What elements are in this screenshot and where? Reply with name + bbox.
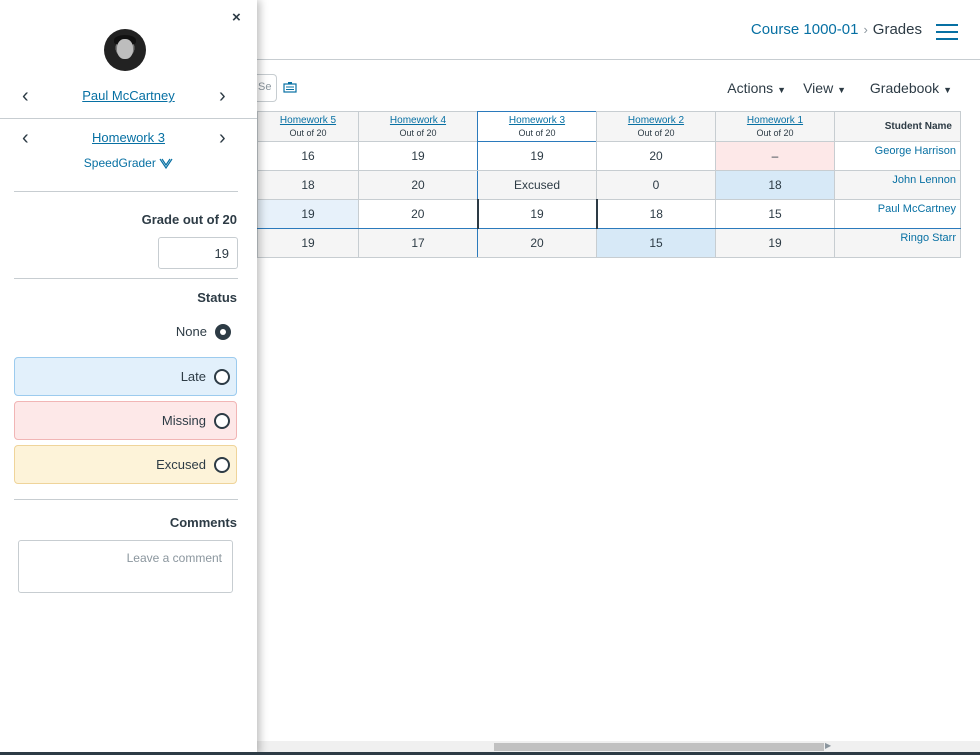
comment-textarea[interactable]: Leave a comment (18, 540, 233, 593)
previous-student-arrow-icon[interactable]: › (219, 84, 226, 108)
grade-cell[interactable]: 19 (257, 199, 359, 229)
view-menu[interactable]: View ▼ (803, 80, 852, 96)
breadcrumb: Course 1000-01 › Grades (751, 21, 922, 38)
grid-header-row: Student Name Homework 1 Out of 20 Homewor… (257, 111, 961, 142)
status-option-label: None (175, 324, 207, 339)
table-row: Ringo Starr 19 15 20 17 19 (257, 228, 961, 258)
column-header-homework-4[interactable]: Homework 4 Out of 20 (358, 111, 478, 142)
assignment-link[interactable]: Homework 4 (359, 114, 477, 127)
column-header-homework-3[interactable]: Homework 3 Out of 20 (477, 111, 597, 142)
grade-cell[interactable]: 20 (596, 141, 716, 171)
breadcrumb-current: Grades (872, 21, 922, 38)
status-option-label: Excused (156, 457, 206, 472)
student-navigation: ‹ Paul McCartney › (0, 84, 257, 108)
scrollbar-thumb[interactable] (494, 743, 824, 751)
radio-icon (214, 457, 230, 473)
student-name-link[interactable]: George Harrison (834, 141, 961, 171)
student-name-link[interactable]: Paul McCartney (834, 199, 961, 229)
previous-assignment-arrow-icon[interactable]: › (219, 126, 226, 150)
student-name-link[interactable]: Ringo Starr (834, 228, 961, 258)
grade-cell[interactable]: 15 (596, 228, 716, 258)
points-possible: Out of 20 (518, 127, 556, 138)
gradebook-toolbar: Gradebook ▼ View ▼ Actions ▼ Se (255, 74, 980, 104)
grade-cell[interactable]: 15 (715, 199, 835, 229)
comments-label: Comments (169, 515, 237, 530)
student-name-link[interactable]: John Lennon (834, 170, 961, 200)
grade-cell[interactable]: Excused (477, 170, 597, 200)
points-possible: Out of 20 (289, 127, 327, 138)
avatar (104, 29, 146, 71)
assignment-link[interactable]: Homework 3 (478, 114, 596, 127)
grade-cell[interactable]: 20 (477, 228, 597, 258)
grade-cell[interactable]: 19 (715, 228, 835, 258)
divider (0, 118, 257, 119)
student-name-header[interactable]: Student Name (834, 111, 961, 142)
top-bar: Course 1000-01 › Grades (257, 0, 980, 60)
view-menu-label: View (803, 80, 834, 96)
assignment-link[interactable]: Homework 1 (716, 114, 834, 127)
gradebook-menu[interactable]: Gradebook ▼ (870, 80, 958, 96)
radio-icon (214, 369, 230, 385)
status-label: Status (197, 290, 237, 305)
breadcrumb-separator: › (863, 22, 868, 37)
grade-cell[interactable]: 19 (477, 141, 597, 171)
grade-cell[interactable]: 20 (358, 170, 478, 200)
grade-cell[interactable]: 19 (358, 141, 478, 171)
radio-icon (214, 413, 230, 429)
divider (14, 191, 238, 192)
status-option-label: Missing (161, 413, 206, 428)
column-header-homework-1[interactable]: Homework 1 Out of 20 (715, 111, 835, 142)
table-row: Paul McCartney 15 18 19 20 19 (257, 199, 961, 229)
grade-cell[interactable]: 0 (596, 170, 716, 200)
breadcrumb-course-link[interactable]: Course 1000-01 (751, 21, 859, 38)
hamburger-menu-icon[interactable] (936, 24, 958, 40)
caret-down-icon: ▼ (837, 85, 846, 95)
status-option-none[interactable]: None (14, 313, 237, 352)
assignment-link[interactable]: Homework 2 (597, 114, 715, 127)
gradebook-grid: Student Name Homework 1 Out of 20 Homewor… (257, 111, 961, 258)
table-row: George Harrison – 20 19 19 16 (257, 141, 961, 171)
points-possible: Out of 20 (637, 127, 675, 138)
status-option-missing[interactable]: Missing (14, 401, 237, 440)
speedgrader-icon (159, 158, 173, 170)
grade-input[interactable] (158, 237, 238, 269)
grade-cell[interactable]: 19 (257, 228, 359, 258)
actions-menu[interactable]: Actions ▼ (727, 80, 792, 96)
status-option-excused[interactable]: Excused (14, 445, 237, 484)
actions-menu-label: Actions (727, 80, 774, 96)
grade-label: Grade out of 20 (141, 212, 237, 227)
status-option-late[interactable]: Late (14, 357, 237, 396)
divider (14, 278, 238, 279)
grade-cell[interactable]: 20 (358, 199, 478, 229)
assignment-link[interactable]: Homework 5 (258, 114, 358, 127)
status-option-label: Late (180, 369, 206, 384)
grade-cell[interactable]: – (715, 141, 835, 171)
search-input[interactable]: Se (255, 74, 277, 102)
grade-cell[interactable]: 16 (257, 141, 359, 171)
grade-cell[interactable]: 17 (358, 228, 478, 258)
points-possible: Out of 20 (399, 127, 437, 138)
table-row: John Lennon 18 0 Excused 20 18 (257, 170, 961, 200)
column-header-homework-2[interactable]: Homework 2 Out of 20 (596, 111, 716, 142)
gradebook-menu-label: Gradebook (869, 80, 940, 96)
scroll-right-arrow-icon[interactable]: ▶ (825, 741, 831, 750)
divider (14, 499, 238, 500)
caret-down-icon: ▼ (777, 85, 786, 95)
student-grade-tray: × ‹ Paul McCartney › ‹ Homework 3 › Spee… (0, 0, 257, 755)
grade-cell[interactable]: 18 (715, 170, 835, 200)
settings-icon[interactable] (279, 76, 301, 98)
grade-cell-selected[interactable]: 19 (476, 199, 598, 229)
grade-cell[interactable]: 18 (257, 170, 359, 200)
gradebook-main: Course 1000-01 › Grades Gradebook ▼ View ▼… (255, 0, 980, 755)
points-possible: Out of 20 (756, 127, 794, 138)
grade-cell[interactable]: 18 (596, 199, 716, 229)
speedgrader-link[interactable]: SpeedGrader (0, 156, 257, 170)
speedgrader-label: SpeedGrader (83, 156, 156, 170)
close-icon[interactable]: × (232, 9, 241, 26)
assignment-navigation: ‹ Homework 3 › (0, 126, 257, 150)
caret-down-icon: ▼ (943, 85, 952, 95)
column-header-homework-5[interactable]: Homework 5 Out of 20 (257, 111, 359, 142)
radio-selected-icon (215, 324, 231, 340)
